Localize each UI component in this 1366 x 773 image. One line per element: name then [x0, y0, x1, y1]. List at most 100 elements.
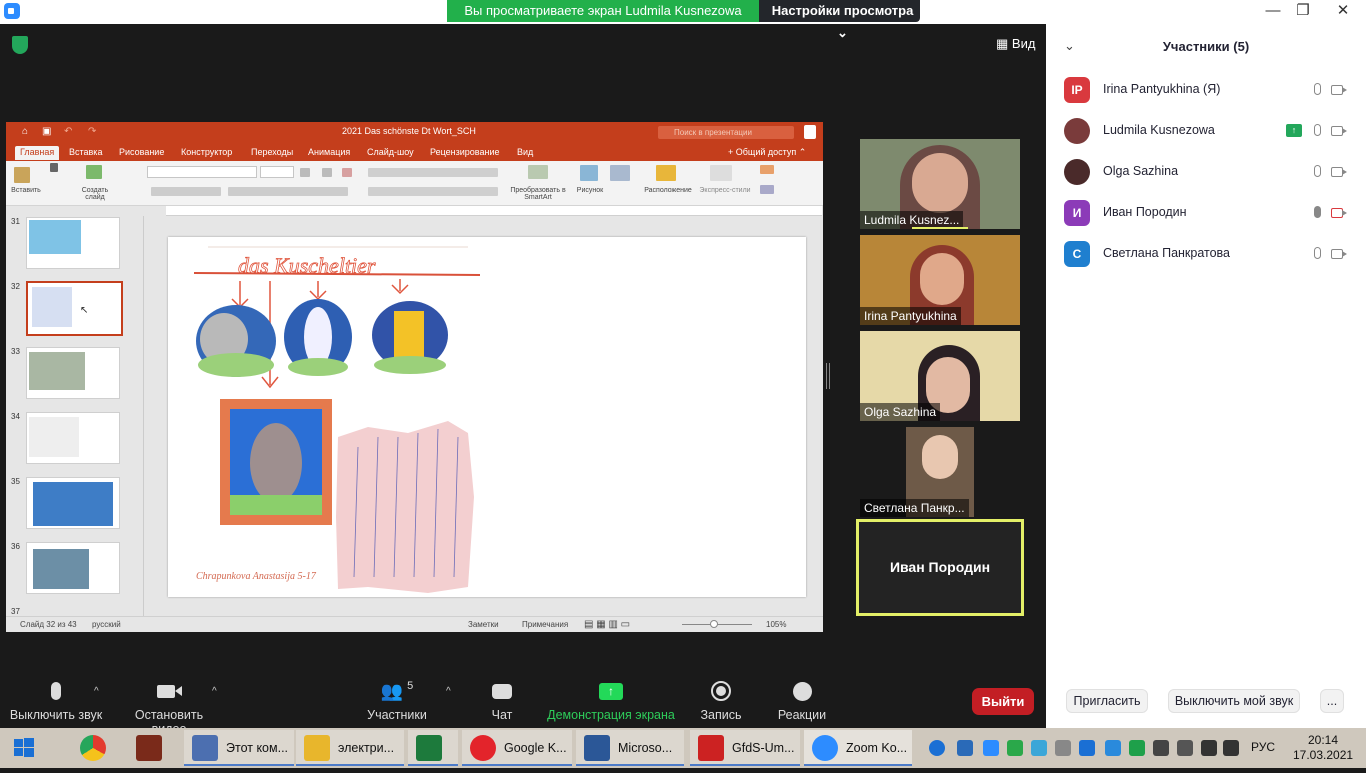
teamviewer-icon[interactable]: [1105, 740, 1121, 756]
share-screen-button[interactable]: ↑ Демонстрация экрана: [544, 680, 678, 722]
taskbar-zoom[interactable]: Zoom Ko...: [804, 730, 912, 766]
input-language[interactable]: РУС: [1251, 740, 1275, 754]
view-settings-button[interactable]: Настройки просмотра ⌄: [765, 0, 920, 40]
ppt-share-button: + Общий доступ ⌃: [728, 147, 807, 157]
video-camera-icon[interactable]: [1331, 249, 1347, 259]
comments-button: Примечания: [522, 620, 569, 629]
picture-icon: [580, 165, 598, 181]
taskbar-clock[interactable]: 20:14 17.03.2021: [1293, 733, 1353, 763]
record-button[interactable]: Запись: [694, 680, 748, 722]
microphone-icon[interactable]: [1314, 206, 1321, 218]
share-screen-label: Демонстрация экрана: [547, 708, 675, 722]
paste-icon: [14, 167, 30, 183]
chrome-icon: [80, 735, 106, 761]
reactions-button[interactable]: Реакции: [772, 680, 832, 722]
encryption-shield-icon[interactable]: [12, 36, 28, 54]
cut-icon: [50, 163, 58, 172]
microphone-icon[interactable]: [1314, 124, 1321, 136]
ppt-tab: Рисование: [119, 147, 165, 157]
ppt-ribbon: Вставить Создать слайд Преобразовать в S…: [6, 161, 823, 206]
avatar: [1064, 118, 1090, 144]
video-tile[interactable]: Ludmila Kusnez...: [860, 139, 1020, 229]
participants-icon: 👥 5: [380, 680, 414, 701]
active-speaker-tile[interactable]: Иван Породин: [856, 519, 1024, 616]
network-icon[interactable]: [1079, 740, 1095, 756]
zoom-logo-icon: [4, 3, 20, 19]
printer-icon[interactable]: [1055, 740, 1071, 756]
audio-options-chevron-icon[interactable]: ^: [94, 686, 99, 697]
redo-icon: ↷: [88, 126, 97, 137]
record-label: Запись: [700, 708, 742, 722]
video-camera-icon[interactable]: [1331, 167, 1347, 177]
taskbar-explorer-folder[interactable]: электри...: [296, 730, 404, 766]
avatar: [1064, 159, 1090, 185]
taskbar-yandex-browser[interactable]: Google K...: [462, 730, 572, 766]
participant-name: Olga Sazhina: [1103, 164, 1179, 178]
display-icon[interactable]: [1177, 740, 1193, 756]
wifi-signal-icon[interactable]: [1201, 740, 1217, 756]
mute-button[interactable]: Выключить звук: [8, 680, 104, 722]
help-icon[interactable]: [929, 740, 945, 756]
mute-me-button[interactable]: Выключить мой звук: [1168, 689, 1300, 713]
view-button[interactable]: ▦ Вид: [996, 36, 1035, 52]
flag-icon[interactable]: [1153, 740, 1169, 756]
participants-panel: ⌄ Участники (5) IP Irina Pantyukhina (Я)…: [1046, 24, 1366, 728]
computer-icon: [192, 735, 218, 761]
reactions-label: Реакции: [777, 708, 827, 722]
shapes-icon: [610, 165, 630, 181]
participant-row[interactable]: Olga Sazhina: [1064, 159, 1354, 185]
taskbar-word[interactable]: Microso...: [576, 730, 684, 766]
windows-start-icon[interactable]: [0, 728, 48, 768]
video-tile[interactable]: Irina Pantyukhina: [860, 235, 1020, 325]
kaspersky-icon[interactable]: [1129, 740, 1145, 756]
microphone-icon[interactable]: [1314, 83, 1321, 95]
video-tile[interactable]: Светлана Панкр...: [860, 427, 1020, 517]
taskbar-label: Microso...: [618, 741, 673, 755]
participant-row[interactable]: Ludmila Kusnezowa ↑: [1064, 118, 1354, 144]
close-icon[interactable]: ✕: [1320, 0, 1366, 22]
participant-row[interactable]: И Иван Породин: [1064, 200, 1354, 226]
new-slide-label: Создать слайд: [81, 187, 109, 201]
taskbar-paint[interactable]: [128, 730, 174, 766]
participants-options-chevron-icon[interactable]: ^: [446, 686, 451, 697]
video-tile[interactable]: Olga Sazhina: [860, 331, 1020, 421]
decrease-font-icon: [322, 168, 332, 177]
mute-label: Выключить звук: [9, 708, 103, 722]
participant-row[interactable]: С Светлана Панкратова: [1064, 241, 1354, 267]
participant-name: Irina Pantyukhina (Я): [1103, 82, 1221, 96]
clear-format-icon: [342, 168, 352, 177]
participants-button[interactable]: 👥 5 Участники: [362, 680, 432, 722]
taskbar-chrome[interactable]: [72, 730, 118, 766]
zoom-tray-icon[interactable]: [983, 740, 999, 756]
ppt-tab: Главная: [15, 146, 60, 160]
microphone-icon[interactable]: [1314, 165, 1321, 177]
split-divider-handle[interactable]: [826, 363, 830, 389]
snowflake-icon[interactable]: [1031, 740, 1047, 756]
avatar: И: [1064, 200, 1090, 226]
title-bar: Вы просматриваете экран Ludmila Kusnezow…: [0, 0, 1366, 40]
volume-icon[interactable]: [1223, 740, 1239, 756]
yandex-icon: [470, 735, 496, 761]
video-camera-icon[interactable]: [1331, 126, 1347, 136]
smiley-feedback-icon: [804, 125, 816, 139]
zoom-window: Вы просматриваете экран Ludmila Kusnezow…: [0, 0, 1366, 736]
notes-button: Заметки: [468, 620, 499, 629]
microphone-icon[interactable]: [1314, 247, 1321, 259]
horizontal-ruler: [166, 206, 822, 216]
leave-button[interactable]: Выйти: [972, 688, 1034, 715]
video-camera-icon[interactable]: [1331, 85, 1347, 95]
taskbar-excel[interactable]: [408, 730, 458, 766]
taskbar-pdf[interactable]: GfdS-Um...: [690, 730, 800, 766]
grid-icon: ▦: [996, 36, 1009, 51]
pdf-icon: [698, 735, 724, 761]
participant-row[interactable]: IP Irina Pantyukhina (Я): [1064, 77, 1354, 103]
chat-button[interactable]: Чат: [482, 680, 522, 722]
taskbar-this-pc[interactable]: Этот ком...: [184, 730, 294, 766]
video-tile-name: Olga Sazhina: [860, 403, 941, 421]
invite-button[interactable]: Пригласить: [1066, 689, 1148, 713]
defender-shield-icon[interactable]: [957, 740, 973, 756]
video-options-chevron-icon[interactable]: ^: [212, 686, 217, 697]
video-off-icon[interactable]: [1331, 208, 1347, 218]
more-options-button[interactable]: ...: [1320, 689, 1344, 713]
check-icon[interactable]: [1007, 740, 1023, 756]
